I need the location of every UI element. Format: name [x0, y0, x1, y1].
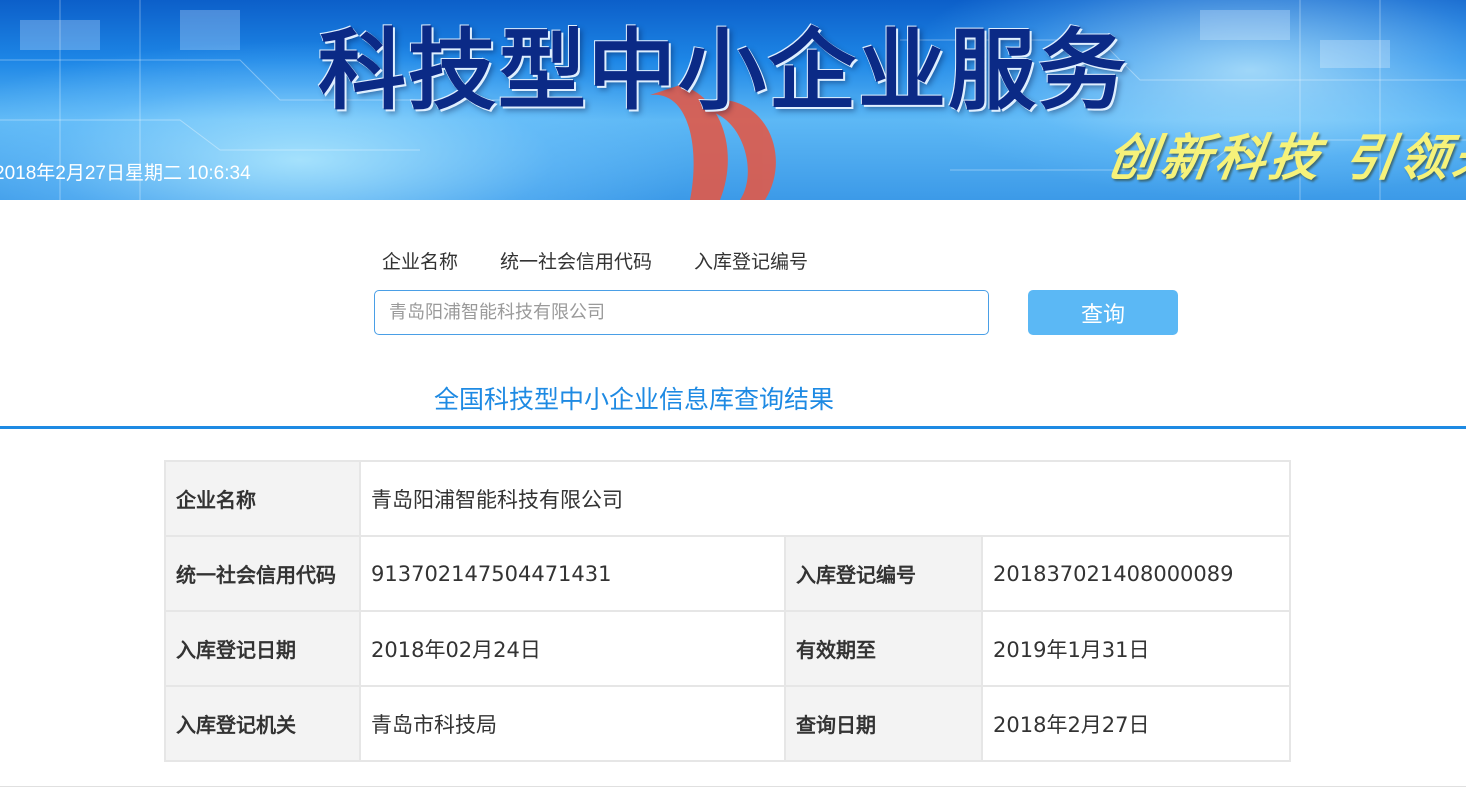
result-table: 企业名称 青岛阳浦智能科技有限公司 统一社会信用代码 9137021475044… — [164, 460, 1292, 762]
result-heading: 全国科技型中小企业信息库查询结果 — [434, 385, 835, 414]
label-company-name: 企业名称 — [164, 460, 361, 537]
value-registration-date: 2018年02月24日 — [359, 610, 786, 687]
table-row: 统一社会信用代码 913702147504471431 入库登记编号 20183… — [164, 535, 1292, 612]
banner-title: 科技型中小企业服务 — [318, 18, 1129, 122]
value-registration-authority: 青岛市科技局 — [359, 685, 786, 762]
value-company-name: 青岛阳浦智能科技有限公司 — [358, 460, 1292, 537]
value-credit-code: 913702147504471431 — [359, 535, 786, 612]
search-type-tabs: 企业名称 统一社会信用代码 入库登记编号 — [382, 248, 850, 276]
tab-company-name[interactable]: 企业名称 — [382, 248, 458, 276]
label-registration-number: 入库登记编号 — [784, 535, 983, 612]
table-row: 入库登记日期 2018年02月24日 有效期至 2019年1月31日 — [164, 610, 1292, 687]
table-row: 企业名称 青岛阳浦智能科技有限公司 — [164, 460, 1292, 537]
search-button[interactable]: 查询 — [1028, 290, 1178, 335]
section-divider — [0, 426, 1466, 429]
label-registration-authority: 入库登记机关 — [164, 685, 361, 762]
label-query-date: 查询日期 — [784, 685, 983, 762]
datetime-display: 2018年2月27日星期二 10:6:34 — [0, 163, 251, 184]
header-banner: 科技型中小企业服务 创新科技 引领未来 2018年2月27日星期二 10:6:3… — [0, 0, 1466, 200]
banner-slogan: 创新科技 引领未来 — [1103, 128, 1466, 187]
page-bottom-divider — [0, 786, 1466, 787]
value-registration-number: 201837021408000089 — [980, 535, 1292, 612]
tab-credit-code[interactable]: 统一社会信用代码 — [500, 248, 652, 276]
label-registration-date: 入库登记日期 — [164, 610, 361, 687]
search-input[interactable] — [374, 290, 989, 335]
value-valid-until: 2019年1月31日 — [980, 610, 1292, 687]
tab-registration-number[interactable]: 入库登记编号 — [694, 248, 808, 276]
table-row: 入库登记机关 青岛市科技局 查询日期 2018年2月27日 — [164, 685, 1292, 762]
label-credit-code: 统一社会信用代码 — [164, 535, 361, 612]
label-valid-until: 有效期至 — [784, 610, 983, 687]
value-query-date: 2018年2月27日 — [980, 685, 1292, 762]
